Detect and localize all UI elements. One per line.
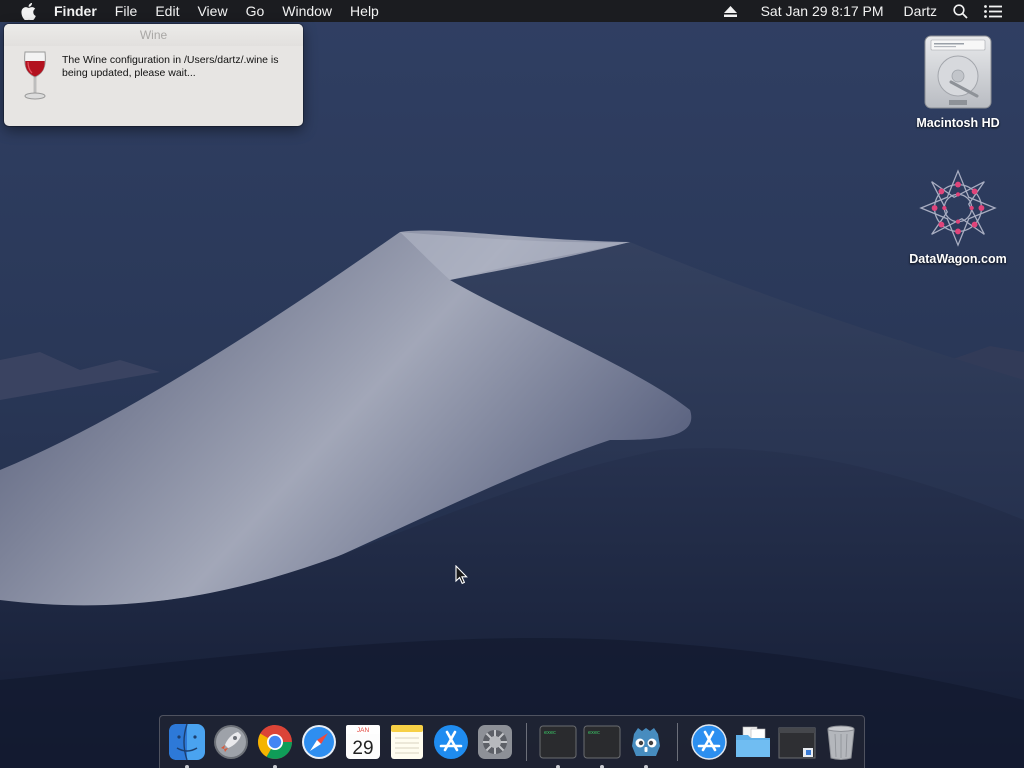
menu-file[interactable]: File (106, 0, 147, 22)
dock-separator (526, 723, 527, 761)
terminal-exec-icon: exec (539, 725, 577, 759)
downloads-stack-icon (778, 727, 816, 759)
svg-text:exec: exec (544, 730, 556, 736)
dock-safari[interactable] (299, 722, 339, 762)
svg-text:JAN: JAN (357, 727, 370, 734)
dock-downloads-stack[interactable] (777, 722, 817, 762)
chrome-icon (258, 725, 292, 759)
dock-launchpad[interactable] (211, 722, 251, 762)
datawagon-logo-icon (918, 168, 998, 248)
notification-center-icon[interactable] (976, 4, 1010, 18)
dock-finder[interactable] (167, 722, 207, 768)
menu-bar-left: Finder File Edit View Go Window Help (0, 0, 388, 22)
dock-separator (677, 723, 678, 761)
godot-icon (632, 728, 660, 756)
launchpad-icon (214, 725, 248, 759)
search-icon[interactable] (945, 3, 976, 19)
apple-icon[interactable] (18, 0, 38, 22)
eject-icon[interactable] (716, 5, 745, 17)
menu-bar-status-area: Sat Jan 29 8:17 PM Dartz (716, 0, 1024, 22)
svg-text:exec: exec (588, 730, 600, 736)
dock: JAN 29 exec exec (159, 715, 865, 768)
desktop-icon-datawagon[interactable]: DataWagon.com (900, 168, 1016, 266)
dock-app-store[interactable] (431, 722, 471, 762)
hard-drive-icon (918, 32, 998, 112)
app-menu-finder[interactable]: Finder (50, 0, 106, 22)
dock-applications-folder[interactable] (689, 722, 729, 762)
clock-datetime[interactable]: Sat Jan 29 8:17 PM (753, 0, 892, 22)
menu-help[interactable]: Help (341, 0, 388, 22)
finder-icon (169, 723, 205, 761)
svg-text:29: 29 (352, 738, 373, 759)
terminal-exec-icon: exec (583, 725, 621, 759)
dock-terminal-exec-2[interactable]: exec (582, 722, 622, 768)
dock-documents-folder[interactable] (733, 722, 773, 762)
dialog-body: The Wine configuration in /Users/dartz/.… (4, 46, 303, 126)
trash-icon (827, 725, 855, 760)
documents-folder-icon (736, 726, 770, 757)
dock-trash[interactable] (821, 722, 861, 762)
wine-update-dialog[interactable]: Wine The Wine configuration in /Users/da… (4, 24, 303, 126)
desktop-icon-macintosh-hd[interactable]: Macintosh HD (900, 32, 1016, 130)
desktop-icon-label: Macintosh HD (916, 116, 1000, 130)
dock-notes[interactable] (387, 722, 427, 762)
dock-godot[interactable] (626, 722, 666, 768)
notes-icon (391, 725, 423, 759)
safari-icon (302, 725, 336, 759)
desktop-icon-label: DataWagon.com (909, 252, 1007, 266)
wine-glass-icon (24, 51, 46, 100)
mouse-pointer-icon (455, 565, 468, 585)
dialog-message: The Wine configuration in /Users/dartz/.… (62, 54, 279, 79)
dock-terminal-exec-1[interactable]: exec (538, 722, 578, 768)
menu-view[interactable]: View (188, 0, 236, 22)
system-preferences-icon (478, 725, 512, 759)
user-menu[interactable]: Dartz (896, 0, 945, 22)
app-store-icon (434, 725, 468, 759)
menu-window[interactable]: Window (273, 0, 341, 22)
calendar-icon: JAN 29 (346, 725, 380, 759)
menu-bar: Finder File Edit View Go Window Help Sat… (0, 0, 1024, 22)
dock-calendar[interactable]: JAN 29 (343, 722, 383, 762)
menu-go[interactable]: Go (237, 0, 274, 22)
applications-folder-icon (691, 724, 727, 760)
menu-edit[interactable]: Edit (146, 0, 188, 22)
dock-chrome[interactable] (255, 722, 295, 768)
dialog-title: Wine (4, 24, 303, 46)
dock-system-preferences[interactable] (475, 722, 515, 762)
